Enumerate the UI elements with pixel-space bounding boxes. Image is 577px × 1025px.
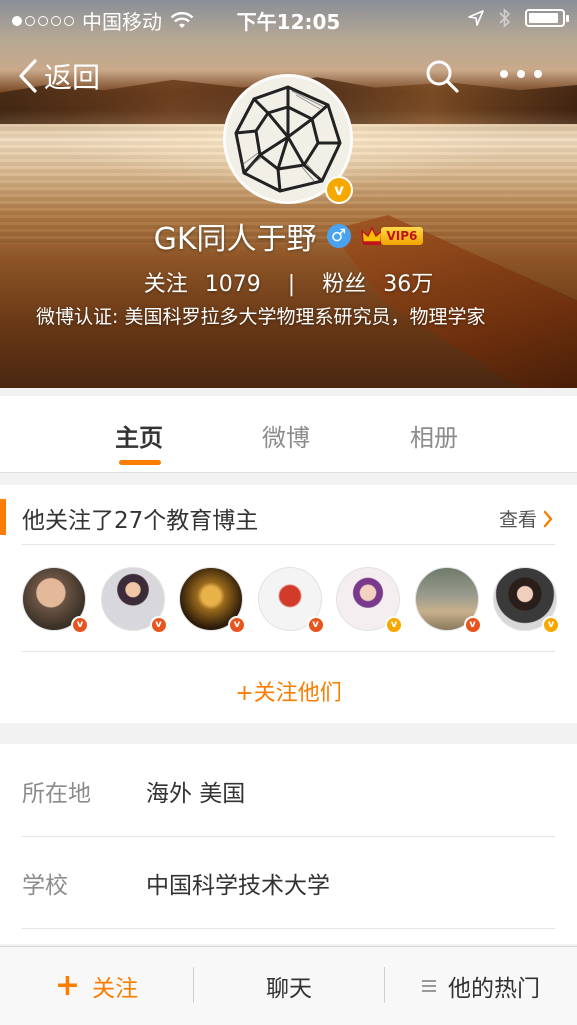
stats-separator: | [287,272,296,297]
divider [22,651,555,652]
location-arrow-icon [468,10,484,26]
verified-badge-icon: v [71,616,89,634]
vip-level: VIP6 [380,227,424,245]
crown-icon [360,226,383,245]
status-right [467,8,569,28]
username-row: GK同人于野 ♂ VIP6 [0,214,577,258]
blogger-avatar[interactable]: v [493,567,560,634]
tab-active-indicator [119,460,161,465]
battery-fill [529,13,558,23]
bottom-toolbar: + 关注 聊天 他的热门 [0,946,577,1025]
battery-icon [525,9,569,27]
following-stat[interactable]: 关注 1079 [144,272,268,297]
followers-label: 粉丝 [322,272,367,297]
divider [22,544,555,545]
vip-badge[interactable]: VIP6 [360,226,424,246]
back-label: 返回 [44,61,101,94]
chat-button[interactable]: 聊天 [193,947,385,1025]
verified-badge-icon: v [385,616,403,634]
verified-badge-icon: v [228,616,246,634]
school-label: 学校 [22,873,68,899]
profile-stats: 关注 1079 | 粉丝 36万 [0,266,577,298]
tab-weibo[interactable]: 微博 [262,418,310,453]
school-value: 中国科学技术大学 [146,873,330,899]
blogger-avatar[interactable]: v [179,567,246,634]
verified-badge-icon: v [149,616,168,634]
following-count: 1079 [204,272,261,297]
username: GK同人于野 [153,222,317,257]
chevron-right-icon [543,510,553,527]
followers-stat[interactable]: 粉丝 36万 [322,272,433,297]
more-dot-icon [500,70,508,78]
verified-badge-icon: v [325,176,353,204]
more-button[interactable] [500,70,542,78]
verified-badge-icon: v [463,616,482,634]
tab-album[interactable]: 相册 [410,418,458,453]
list-icon [422,980,436,992]
blogger-avatar[interactable]: v [100,567,168,634]
location-label: 所在地 [22,781,91,807]
location-value: 海外 美国 [146,781,246,807]
more-dot-icon [534,70,542,78]
search-button[interactable] [424,58,460,98]
bluetooth-icon [499,8,511,28]
followed-bloggers-title: 他关注了27个教育博主 [22,508,259,534]
view-all-label: 查看 [498,509,537,531]
back-button[interactable]: 返回 [18,56,100,96]
status-bar: 中国移动 下午12:05 [0,0,577,38]
blogger-avatar[interactable]: v [257,567,325,634]
view-all-link[interactable]: 查看 [499,505,553,532]
blogger-avatar[interactable]: v [22,567,89,634]
profile-tabs: 主页 微博 相册 [0,396,577,473]
search-icon [426,60,459,93]
tab-home[interactable]: 主页 [115,418,163,453]
verification-text: 微博认证: 美国科罗拉多大学物理系研究员，物理学家 [36,306,486,328]
hot-posts-button[interactable]: 他的热门 [385,947,577,1025]
info-row-location: 所在地 海外 美国 [22,744,555,837]
follow-label: 关注 [92,976,139,1002]
follow-button[interactable]: + 关注 [0,947,193,1025]
info-row-school: 学校 中国科学技术大学 [22,836,555,929]
profile-avatar[interactable]: v [223,74,353,204]
male-gender-icon: ♂ [326,224,351,248]
gender-symbol: ♂ [330,225,347,246]
chevron-left-icon [19,59,37,93]
more-dot-icon [517,70,525,78]
blogger-avatar[interactable]: v [336,567,403,634]
blogger-avatar-list: v v v v v v v [22,567,560,634]
chat-label: 聊天 [266,976,312,1002]
plus-icon: + [54,968,81,1003]
followers-count: 36万 [383,272,434,297]
verified-badge-icon: v [542,616,560,634]
verified-badge-icon: v [306,616,325,634]
follow-all-button[interactable]: +关注他们 [0,675,577,707]
card-accent-bar [0,499,6,535]
hot-posts-label: 他的热门 [448,976,540,1002]
following-label: 关注 [143,272,188,297]
blogger-avatar[interactable]: v [414,567,482,634]
profile-info-card: 所在地 海外 美国 学校 中国科学技术大学 [0,744,577,944]
followed-bloggers-card: 他关注了27个教育博主 查看 v v v v v v v +关注他们 [0,485,577,723]
